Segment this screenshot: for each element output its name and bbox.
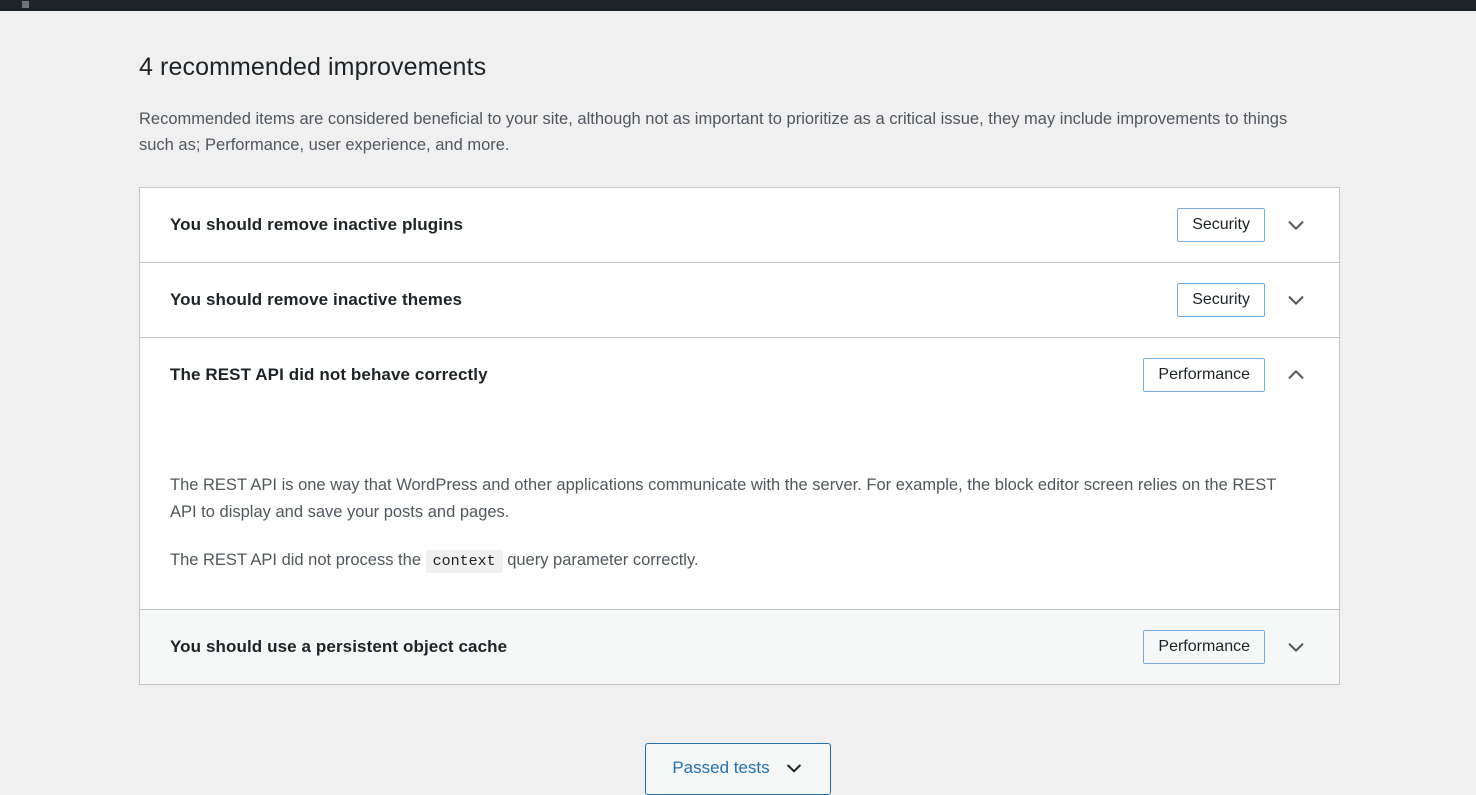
accordion-item-remove-inactive-plugins: You should remove inactive plugins Secur… [140, 187, 1339, 263]
status-badge: Security [1177, 282, 1265, 318]
footer-actions: Passed tests [0, 743, 1476, 795]
wordpress-logo-icon[interactable] [22, 1, 29, 8]
accordion-title: You should remove inactive themes [170, 289, 463, 309]
chevron-down-icon[interactable] [1275, 205, 1317, 245]
context-code-literal: context [425, 550, 503, 574]
admin-bar [0, 0, 1476, 11]
chevron-down-icon [784, 758, 804, 778]
status-badge: Performance [1143, 629, 1265, 664]
site-health-recommended-section: 4 recommended improvements Recommended i… [139, 11, 1340, 685]
rest-api-paragraph-1: The REST API is one way that WordPress a… [170, 475, 1277, 521]
accordion-item-rest-api: The REST API did not behave correctly Pe… [140, 337, 1339, 610]
rest-api-paragraph-2-suffix: query parameter correctly. [507, 551, 699, 570]
accordion-header-persistent-object-cache[interactable]: You should use a persistent object cache… [140, 609, 1339, 684]
accordion-header-remove-inactive-plugins[interactable]: You should remove inactive plugins Secur… [140, 187, 1339, 262]
accordion-title: You should use a persistent object cache [170, 636, 508, 656]
chevron-down-icon[interactable] [1275, 280, 1317, 320]
accordion-header-remove-inactive-themes[interactable]: You should remove inactive themes Securi… [140, 262, 1339, 337]
passed-tests-button[interactable]: Passed tests [645, 743, 831, 795]
recommended-improvements-accordion: You should remove inactive plugins Secur… [139, 186, 1340, 685]
passed-tests-label: Passed tests [672, 758, 770, 777]
status-badge: Security [1177, 207, 1265, 243]
rest-api-paragraph-2-prefix: The REST API did not process the [170, 551, 421, 570]
accordion-panel-rest-api: The REST API is one way that WordPress a… [140, 411, 1339, 609]
status-badge: Performance [1143, 357, 1265, 393]
rest-api-paragraph-2: The REST API did not process the context… [170, 525, 1300, 574]
accordion-header-rest-api[interactable]: The REST API did not behave correctly Pe… [140, 337, 1339, 412]
page-title: 4 recommended improvements [139, 53, 487, 81]
chevron-up-icon[interactable] [1275, 355, 1317, 395]
accordion-title: You should remove inactive plugins [170, 214, 464, 234]
accordion-item-persistent-object-cache: You should use a persistent object cache… [140, 609, 1339, 684]
accordion-title: The REST API did not behave correctly [170, 364, 488, 384]
chevron-down-icon[interactable] [1275, 627, 1317, 667]
section-description: Recommended items are considered benefic… [139, 109, 1288, 155]
accordion-item-remove-inactive-themes: You should remove inactive themes Securi… [140, 262, 1339, 338]
page-content: 4 recommended improvements Recommended i… [0, 11, 1476, 795]
